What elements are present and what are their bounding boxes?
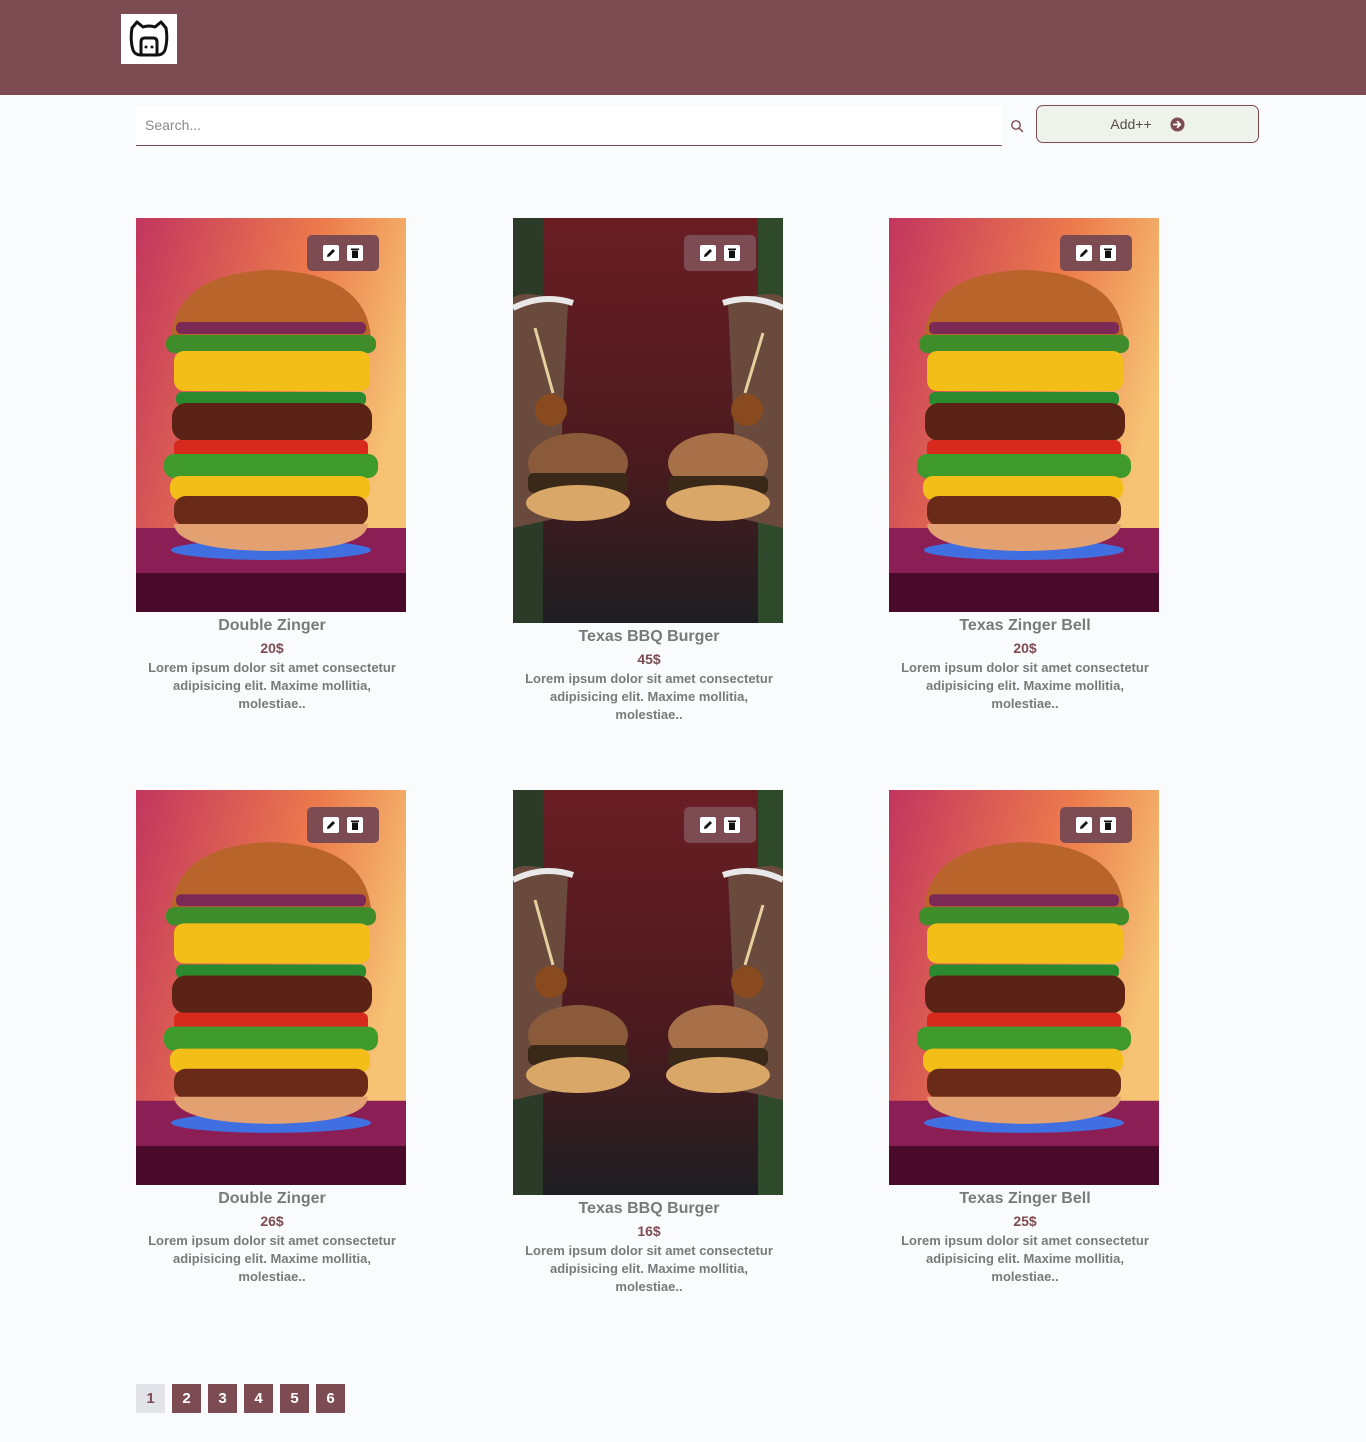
product-name: Double Zinger — [218, 617, 326, 634]
product-image — [889, 218, 1159, 612]
product-card: Double Zinger 20$ Lorem ipsum dolor sit … — [136, 218, 408, 713]
delete-button[interactable] — [724, 245, 740, 261]
product-price: 20$ — [1013, 640, 1037, 656]
product-card: Texas Zinger Bell 20$ Lorem ipsum dolor … — [889, 218, 1161, 713]
edit-button[interactable] — [323, 817, 339, 833]
edit-button[interactable] — [323, 245, 339, 261]
card-actions — [307, 807, 379, 843]
trash-icon — [1104, 248, 1112, 258]
card-actions — [684, 807, 756, 843]
cat-face-icon — [129, 20, 169, 57]
search-input[interactable] — [136, 105, 1002, 145]
page-button-4[interactable]: 4 — [244, 1384, 273, 1413]
card-actions — [1060, 235, 1132, 271]
product-description: Lorem ipsum dolor sit amet consectetur a… — [148, 1233, 396, 1284]
product-price: 45$ — [637, 651, 661, 667]
product-name: Texas Zinger Bell — [959, 617, 1091, 634]
product-card: Double Zinger 26$ Lorem ipsum dolor sit … — [136, 790, 408, 1286]
product-name: Texas BBQ Burger — [578, 1200, 720, 1217]
product-image — [136, 790, 406, 1185]
product-price: 16$ — [637, 1223, 661, 1239]
pencil-icon — [704, 821, 712, 829]
trash-icon — [728, 248, 736, 258]
product-name: Texas Zinger Bell — [959, 1190, 1091, 1207]
product-description: Lorem ipsum dolor sit amet consectetur a… — [525, 671, 773, 722]
pencil-icon — [704, 249, 712, 257]
pencil-icon — [1080, 821, 1088, 829]
pencil-icon — [327, 249, 335, 257]
product-card: Texas Zinger Bell 25$ Lorem ipsum dolor … — [889, 790, 1161, 1286]
trash-icon — [351, 820, 359, 830]
top-navbar — [0, 0, 1366, 95]
logo[interactable] — [121, 14, 177, 64]
trash-icon — [1104, 820, 1112, 830]
search-field — [136, 105, 1002, 146]
arrow-circle-right-icon — [1170, 116, 1185, 132]
product-name: Double Zinger — [218, 1190, 326, 1207]
delete-button[interactable] — [347, 245, 363, 261]
page-button-2[interactable]: 2 — [172, 1384, 201, 1413]
search-icon[interactable] — [1010, 119, 1024, 133]
product-image — [513, 790, 783, 1195]
pencil-icon — [327, 821, 335, 829]
edit-button[interactable] — [1076, 245, 1092, 261]
trash-icon — [351, 248, 359, 258]
card-actions — [307, 235, 379, 271]
product-card: Texas BBQ Burger 16$ Lorem ipsum dolor s… — [513, 790, 785, 1296]
product-image — [889, 790, 1159, 1185]
page-button-1[interactable]: 1 — [136, 1384, 165, 1413]
product-image — [513, 218, 783, 623]
product-description: Lorem ipsum dolor sit amet consectetur a… — [525, 1243, 773, 1294]
trash-icon — [728, 820, 736, 830]
delete-button[interactable] — [724, 817, 740, 833]
pagination: 1 2 3 4 5 6 — [136, 1384, 345, 1413]
page-button-5[interactable]: 5 — [280, 1384, 309, 1413]
product-description: Lorem ipsum dolor sit amet consectetur a… — [901, 660, 1149, 711]
product-price: 20$ — [260, 640, 284, 656]
edit-button[interactable] — [1076, 817, 1092, 833]
page-button-6[interactable]: 6 — [316, 1384, 345, 1413]
pencil-icon — [1080, 249, 1088, 257]
delete-button[interactable] — [1100, 817, 1116, 833]
product-description: Lorem ipsum dolor sit amet consectetur a… — [148, 660, 396, 711]
add-button-label: Add++ — [1110, 116, 1152, 132]
edit-button[interactable] — [700, 245, 716, 261]
card-actions — [1060, 807, 1132, 843]
product-name: Texas BBQ Burger — [578, 628, 720, 645]
delete-button[interactable] — [347, 817, 363, 833]
product-image — [136, 218, 406, 612]
page-button-3[interactable]: 3 — [208, 1384, 237, 1413]
add-button[interactable]: Add++ — [1036, 105, 1259, 143]
product-price: 26$ — [260, 1213, 284, 1229]
product-description: Lorem ipsum dolor sit amet consectetur a… — [901, 1233, 1149, 1284]
delete-button[interactable] — [1100, 245, 1116, 261]
edit-button[interactable] — [700, 817, 716, 833]
card-actions — [684, 235, 756, 271]
product-card: Texas BBQ Burger 45$ Lorem ipsum dolor s… — [513, 218, 785, 724]
product-price: 25$ — [1013, 1213, 1037, 1229]
